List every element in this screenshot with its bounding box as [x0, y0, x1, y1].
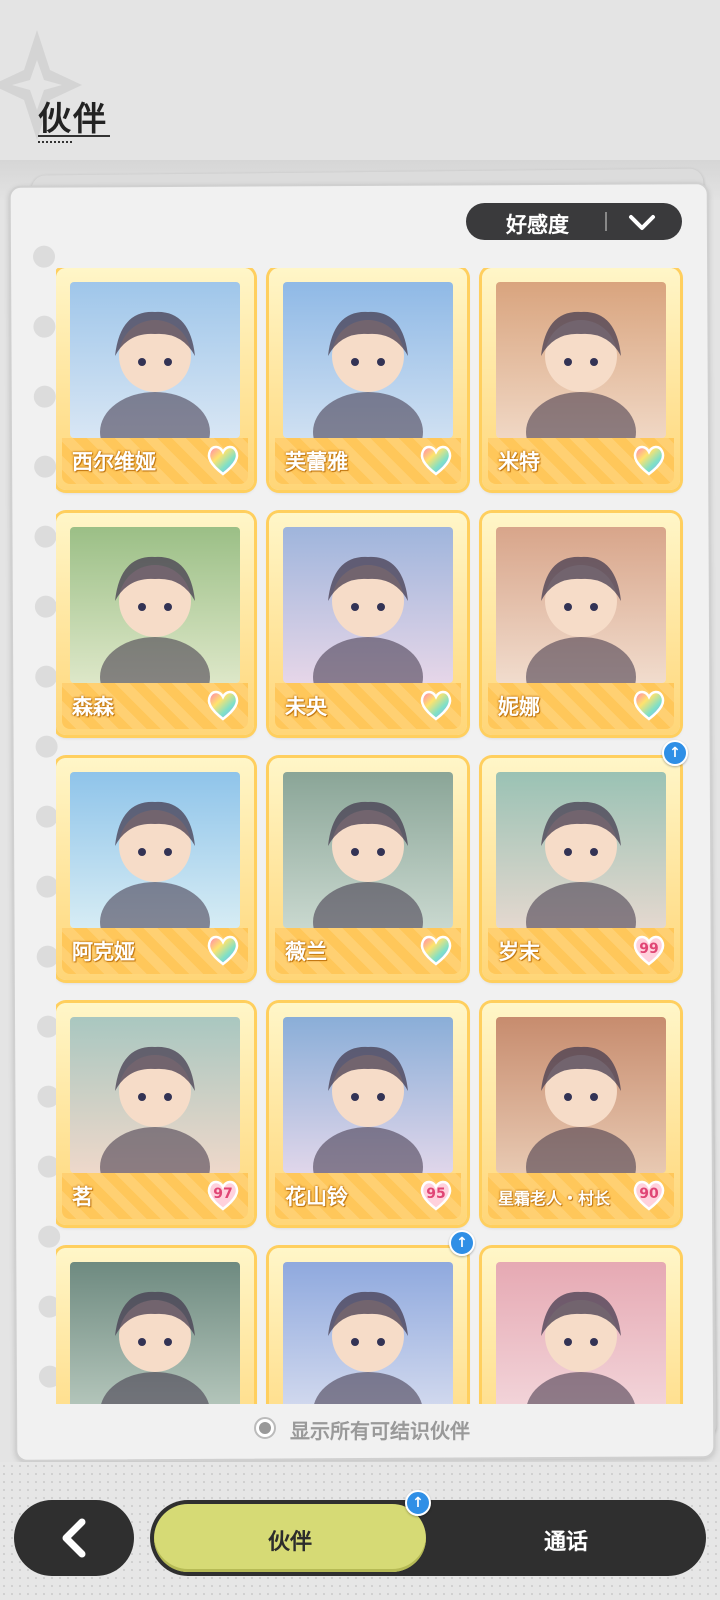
chevron-down-icon	[629, 215, 655, 230]
rainbow-heart-icon	[420, 935, 452, 966]
binder-hole	[33, 385, 56, 408]
partner-card[interactable]: 茗 97	[56, 1003, 254, 1225]
partner-card[interactable]: 花山铃 95	[269, 1003, 467, 1225]
partner-nameplate: 未央	[275, 683, 461, 729]
binder-hole	[33, 315, 56, 338]
partner-portrait	[70, 1017, 240, 1173]
binder-hole	[34, 525, 57, 548]
partner-card[interactable]: 森森	[56, 513, 254, 735]
partner-card[interactable]: 妮娜	[482, 513, 680, 735]
binder-hole	[35, 735, 58, 758]
partner-grid: 西尔维娅 芙蕾雅 米特森森 未央 妮娜阿克娅 薇兰 岁末 99 ↑ 茗 97 花山铃 95 星霜老人・村长…	[56, 268, 696, 1404]
partner-nameplate: 阿克娅	[62, 928, 248, 974]
partner-name: 芙蕾雅	[285, 450, 348, 474]
affinity-value: 90	[639, 1186, 659, 1202]
upgrade-badge-icon: ↑	[662, 740, 688, 766]
rainbow-heart-icon	[633, 445, 665, 476]
partner-card[interactable]: 芙蕾雅	[269, 268, 467, 490]
partner-portrait	[496, 527, 666, 683]
partner-name: 花山铃	[285, 1185, 348, 1209]
partner-name: 未央	[285, 695, 327, 719]
binder-hole	[34, 595, 57, 618]
partner-nameplate: 茗 97	[62, 1173, 248, 1219]
affinity-value: 97	[213, 1186, 233, 1202]
partner-nameplate: 芙蕾雅	[275, 438, 461, 484]
partner-portrait	[283, 1262, 453, 1404]
sort-divider	[605, 212, 607, 231]
partner-portrait	[70, 1262, 240, 1404]
partner-card[interactable]: 米特	[482, 268, 680, 490]
radio-button[interactable]	[254, 1417, 276, 1439]
partner-nameplate: 妮娜	[488, 683, 674, 729]
affinity-value: 95	[426, 1186, 446, 1202]
partner-name: 森森	[72, 695, 114, 719]
partner-portrait	[283, 772, 453, 928]
page-title: 伙伴	[38, 99, 108, 138]
rainbow-heart-icon	[420, 690, 452, 721]
back-button[interactable]	[14, 1500, 134, 1576]
partner-nameplate: 星霜老人・村长 90	[488, 1173, 674, 1219]
partner-card[interactable]: 未央	[269, 513, 467, 735]
partner-nameplate: 花山铃 95	[275, 1173, 461, 1219]
partner-name: 妮娜	[498, 695, 540, 719]
partner-name: 薇兰	[285, 940, 327, 964]
partner-card[interactable]: ↑	[269, 1230, 475, 1404]
rainbow-heart-icon	[633, 690, 665, 721]
partner-card[interactable]: 西尔维娅	[56, 268, 254, 490]
upgrade-badge-icon: ↑	[449, 1230, 475, 1256]
partner-card[interactable]	[56, 1248, 254, 1404]
partner-portrait	[496, 282, 666, 438]
partner-name: 西尔维娅	[72, 450, 156, 474]
partner-portrait	[70, 282, 240, 438]
title-underline	[38, 135, 110, 140]
tab-call-label: 通话	[543, 1530, 588, 1555]
partner-card[interactable]: 岁末 99 ↑	[482, 740, 688, 980]
rainbow-heart-icon	[207, 935, 239, 966]
partner-card[interactable]: 星霜老人・村长 90	[482, 1003, 680, 1225]
partner-nameplate: 岁末 99	[488, 928, 674, 974]
tab-call[interactable]: 通话	[430, 1504, 702, 1572]
partner-name: 岁末	[498, 940, 540, 964]
sort-label: 好感度	[506, 213, 569, 237]
chevron-left-icon	[62, 1518, 86, 1558]
partner-card[interactable]: 薇兰	[269, 758, 467, 980]
binder-hole	[32, 245, 56, 268]
partner-portrait	[496, 1017, 666, 1173]
rainbow-heart-icon	[420, 445, 452, 476]
binder-hole	[35, 665, 58, 688]
partner-card[interactable]	[482, 1248, 680, 1404]
partner-name: 星霜老人・村长	[498, 1189, 611, 1208]
partner-name: 茗	[72, 1185, 93, 1209]
binder-hole	[34, 455, 57, 478]
rainbow-heart-icon	[207, 445, 239, 476]
partner-card[interactable]: 阿克娅	[56, 758, 254, 980]
partner-portrait	[496, 1262, 666, 1404]
partner-name: 阿克娅	[72, 940, 135, 964]
partner-name: 米特	[498, 450, 540, 474]
upgrade-badge-icon: ↑	[405, 1490, 431, 1516]
tab-bar: 伙伴 通话	[150, 1500, 706, 1576]
binder-hole	[35, 805, 59, 828]
partner-nameplate: 西尔维娅	[62, 438, 248, 484]
partner-nameplate: 米特	[488, 438, 674, 484]
title-dots	[38, 141, 72, 145]
show-all-label: 显示所有可结识伙伴	[290, 1419, 470, 1443]
sort-dropdown[interactable]: 好感度	[466, 203, 682, 240]
partner-portrait	[283, 527, 453, 683]
tab-partner-label: 伙伴	[267, 1530, 312, 1555]
rainbow-heart-icon	[207, 690, 239, 721]
affinity-value: 99	[639, 941, 659, 957]
partner-nameplate: 薇兰	[275, 928, 461, 974]
partner-portrait	[70, 527, 240, 683]
tab-partner[interactable]: 伙伴	[154, 1504, 426, 1572]
partner-portrait	[283, 1017, 453, 1173]
partner-portrait	[496, 772, 666, 928]
partner-portrait	[283, 282, 453, 438]
partner-portrait	[70, 772, 240, 928]
partner-nameplate: 森森	[62, 683, 248, 729]
